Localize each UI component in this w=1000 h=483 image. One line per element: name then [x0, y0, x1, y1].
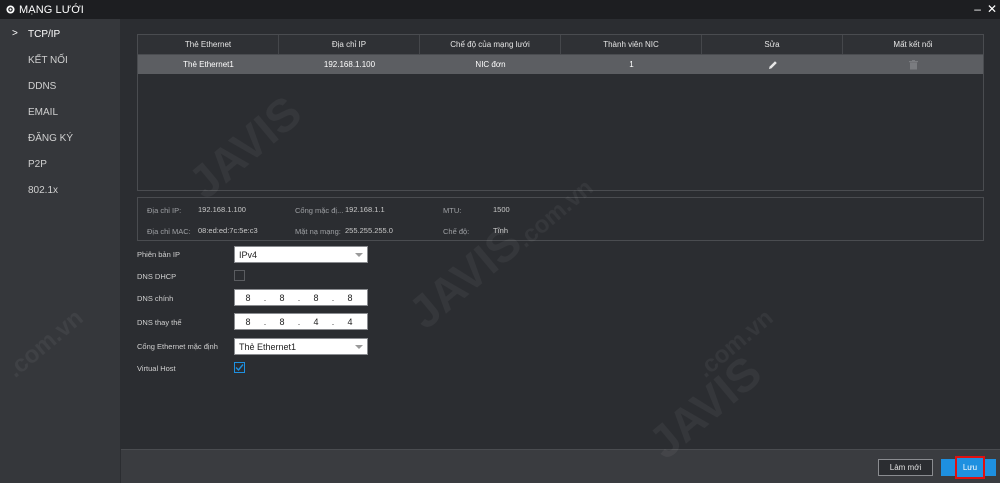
dns-secondary-label: DNS thay thế	[137, 318, 182, 327]
default-gateway-select[interactable]: Thẻ Ethernet1	[234, 338, 368, 355]
mode-value: Tĩnh	[493, 226, 509, 235]
octet: 8	[279, 292, 285, 303]
checkmark-icon	[235, 364, 244, 372]
subnet-label: Mặt nạ mạng:	[295, 227, 341, 236]
column-header: Thành viên NIC	[561, 35, 702, 54]
octet: 8	[245, 292, 251, 303]
save-button[interactable]: Lưu	[955, 456, 985, 479]
dns-dhcp-checkbox[interactable]	[234, 270, 245, 281]
chevron-down-icon	[355, 345, 363, 349]
trash-icon[interactable]	[908, 59, 918, 70]
ethernet-table: Thẻ Ethernet Địa chỉ IP Chế độ của mạng …	[137, 34, 984, 191]
mac-label: Địa chỉ MAC:	[147, 227, 191, 236]
virtual-host-label: Virtual Host	[137, 364, 176, 373]
interface-details: Địa chỉ IP: 192.168.1.100 Địa chỉ MAC: 0…	[137, 197, 984, 241]
mtu-value: 1500	[493, 205, 510, 214]
gateway-value: 192.168.1.1	[345, 205, 385, 214]
table-row[interactable]: Thẻ Ethernet1 192.168.1.100 NIC đơn 1	[138, 55, 983, 74]
default-gateway-value: Thẻ Ethernet1	[239, 341, 297, 352]
sidebar-item-label: ĐĂNG KÝ	[28, 132, 74, 144]
title-bar: MẠNG LƯỚI – ✕	[0, 0, 1000, 19]
sidebar-item-label: P2P	[28, 158, 47, 170]
close-icon[interactable]: ✕	[987, 1, 997, 17]
subnet-value: 255.255.255.0	[345, 226, 393, 235]
table-header: Thẻ Ethernet Địa chỉ IP Chế độ của mạng …	[138, 35, 983, 55]
mac-value: 08:ed:ed:7c:5e:c3	[198, 226, 258, 235]
octet: 8	[347, 292, 353, 303]
column-header: Thẻ Ethernet	[138, 35, 279, 54]
sidebar-item-label: 802.1x	[28, 184, 59, 196]
sidebar-item-label: EMAIL	[28, 106, 59, 118]
sidebar-item-register[interactable]: ĐĂNG KÝ	[0, 125, 120, 151]
octet: 4	[347, 316, 353, 327]
network-settings-window: MẠNG LƯỚI – ✕ > TCP/IP KẾT NỐI DDNS EMAI…	[0, 0, 1000, 483]
column-header: Sửa	[702, 35, 843, 54]
dns-primary-input[interactable]: 8. 8. 8. 8	[234, 289, 368, 306]
column-header: Địa chỉ IP	[279, 35, 420, 54]
sidebar-item-8021x[interactable]: 802.1x	[0, 177, 120, 203]
ip-label: Địa chỉ IP:	[147, 206, 182, 215]
sidebar-item-label: DDNS	[28, 80, 57, 92]
cell-mode: NIC đơn	[475, 60, 506, 69]
ip-value: 192.168.1.100	[198, 205, 246, 214]
octet: 8	[245, 316, 251, 327]
octet: 8	[313, 292, 319, 303]
refresh-button[interactable]: Làm mới	[878, 459, 933, 476]
mode-label: Chế độ:	[443, 227, 470, 236]
octet: 8	[279, 316, 285, 327]
sidebar-item-label: TCP/IP	[28, 28, 61, 40]
ip-version-value: IPv4	[239, 249, 258, 260]
save-button-background: Lưu	[941, 456, 996, 479]
dns-secondary-input[interactable]: 8. 8. 4. 4	[234, 313, 368, 330]
main-panel: Thẻ Ethernet Địa chỉ IP Chế độ của mạng …	[121, 19, 1000, 449]
footer-bar: Làm mới Lưu	[121, 449, 1000, 483]
column-header: Chế độ của mạng lưới	[420, 35, 561, 54]
chevron-down-icon	[355, 253, 363, 257]
dns-primary-label: DNS chính	[137, 294, 174, 303]
dns-dhcp-label: DNS DHCP	[137, 272, 177, 281]
sidebar-item-email[interactable]: EMAIL	[0, 99, 120, 125]
minimize-icon[interactable]: –	[974, 1, 981, 17]
column-header: Mất kết nối	[893, 40, 933, 49]
gateway-label: Cổng mặc đị...	[295, 206, 344, 215]
window-controls: – ✕	[974, 1, 997, 17]
sidebar-item-connection[interactable]: KẾT NỐI	[0, 47, 120, 73]
gear-icon	[5, 5, 15, 15]
sidebar-item-ddns[interactable]: DDNS	[0, 73, 120, 99]
cell-ip: 192.168.1.100	[323, 60, 376, 69]
ip-version-select[interactable]: IPv4	[234, 246, 368, 263]
sidebar-item-label: KẾT NỐI	[28, 54, 68, 66]
virtual-host-checkbox[interactable]	[234, 362, 245, 373]
octet: 4	[313, 316, 319, 327]
sidebar-item-tcpip[interactable]: > TCP/IP	[0, 21, 120, 47]
ip-version-label: Phiên bản IP	[137, 250, 180, 259]
chevron-right-icon: >	[12, 28, 18, 39]
default-gateway-label: Cổng Ethernet mặc định	[137, 342, 218, 351]
window-title: MẠNG LƯỚI	[19, 3, 84, 16]
mtu-label: MTU:	[443, 206, 462, 215]
sidebar-item-p2p[interactable]: P2P	[0, 151, 120, 177]
pencil-icon[interactable]	[768, 60, 778, 70]
sidebar: > TCP/IP KẾT NỐI DDNS EMAIL ĐĂNG KÝ P2P …	[0, 19, 120, 483]
cell-members: 1	[629, 60, 634, 69]
cell-card: Thẻ Ethernet1	[183, 60, 234, 69]
